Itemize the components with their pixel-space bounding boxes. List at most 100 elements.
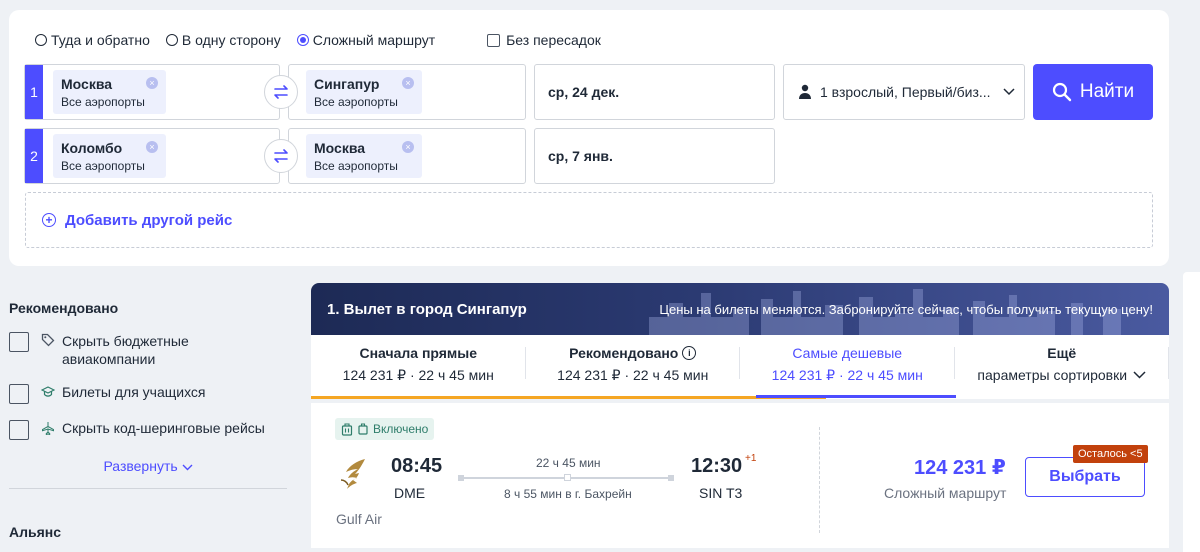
tab-value: 124 231 ₽ · 22 ч 45 мин <box>557 367 709 383</box>
tab-value: 124 231 ₽ · 22 ч 45 мин <box>771 367 923 383</box>
filter-student[interactable]: Билеты для учащихся <box>9 384 287 404</box>
luggage-icon <box>341 422 353 436</box>
expand-label: Развернуть <box>103 458 178 474</box>
destination-airports: Все аэропорты <box>314 159 398 173</box>
nonstop-label: Без пересадок <box>506 32 601 48</box>
leg-2-from-field[interactable]: 2 Коломбо Все аэропорты × <box>24 128 280 184</box>
radio-selected-icon <box>296 34 309 46</box>
passengers-value: 1 взрослый, Первый/биз... <box>820 84 991 100</box>
person-icon <box>799 84 811 99</box>
plane-icon <box>42 422 54 435</box>
chevron-down-icon <box>1133 371 1146 379</box>
chevron-down-icon <box>182 464 193 471</box>
carry-on-icon <box>358 422 368 435</box>
swap-arrows-icon <box>274 149 288 163</box>
checkbox-icon[interactable] <box>9 384 29 404</box>
arrival-day-offset: +1 <box>745 453 757 464</box>
select-flight-button[interactable]: Выбрать <box>1025 457 1145 497</box>
checkbox-icon <box>487 33 501 47</box>
radio-icon <box>165 34 178 46</box>
search-button[interactable]: Найти <box>1033 64 1153 120</box>
passengers-select[interactable]: 1 взрослый, Первый/биз... <box>783 64 1025 120</box>
tab-cheapest[interactable]: Самые дешевые 124 231 ₽ · 22 ч 45 мин <box>740 335 955 399</box>
clear-icon[interactable]: × <box>146 141 158 153</box>
trip-type-roundtrip[interactable]: Туда и обратно <box>35 32 150 48</box>
filter-label: Скрыть код-шеринговые рейсы <box>62 420 265 436</box>
tag-icon <box>41 333 55 347</box>
stopover-marker <box>564 474 571 481</box>
search-panel: Туда и обратно В одну сторону Сложный ма… <box>9 10 1169 266</box>
seats-left-badge: Осталось <5 <box>1073 445 1148 463</box>
filter-label: Билеты для учащихся <box>62 384 206 400</box>
origin-chip[interactable]: Москва Все аэропорты × <box>53 70 166 114</box>
origin-airports: Все аэропорты <box>61 95 145 109</box>
filter-label: Скрыть бюджетные авиакомпании <box>62 333 189 367</box>
tab-indicator-active <box>756 395 956 398</box>
tab-value: 124 231 ₽ · 22 ч 45 мин <box>342 367 494 383</box>
leg-2-date-field[interactable]: ср, 7 янв. <box>534 128 775 184</box>
swap-arrows-icon <box>274 85 288 99</box>
tab-title: Самые дешевые <box>792 345 903 361</box>
divider <box>819 427 820 533</box>
destination-city: Сингапур <box>314 76 380 92</box>
destination-chip[interactable]: Сингапур Все аэропорты × <box>306 70 422 114</box>
divider <box>9 488 287 489</box>
search-button-label: Найти <box>1079 81 1135 102</box>
filter-hide-codeshare[interactable]: Скрыть код-шеринговые рейсы <box>9 420 287 440</box>
filter-hide-budget[interactable]: Скрыть бюджетные авиакомпании <box>9 332 287 368</box>
leg-1-from-field[interactable]: 1 Москва Все аэропорты × <box>24 64 280 120</box>
add-flight-button[interactable]: + Добавить другой рейс <box>25 192 1153 248</box>
swap-button[interactable] <box>264 139 298 173</box>
select-label: Выбрать <box>1049 468 1121 485</box>
expand-filters-link[interactable]: Развернуть <box>9 458 287 474</box>
info-icon[interactable]: i <box>682 346 697 360</box>
results-panel: 1. Вылет в город Сингапур Цены на билеты… <box>311 283 1169 548</box>
price: 124 231 ₽ <box>914 457 1006 479</box>
price-note: Сложный маршрут <box>884 485 1007 501</box>
flight-card[interactable]: Включено Gulf Air 08:45 DME 22 ч 45 мин … <box>311 403 1169 548</box>
banner-note: Цены на билеты меняются. Забронируйте се… <box>659 301 1153 317</box>
tab-title: Рекомендовано <box>569 345 679 361</box>
origin-chip[interactable]: Коломбо Все аэропорты × <box>53 134 166 178</box>
leg-1-date-field[interactable]: ср, 24 дек. <box>534 64 775 120</box>
clear-icon[interactable]: × <box>402 141 414 153</box>
leg-2-to-field[interactable]: Москва Все аэропорты × <box>288 128 526 184</box>
origin-airports: Все аэропорты <box>61 159 145 173</box>
tab-nonstop-first[interactable]: Сначала прямые 124 231 ₽ · 22 ч 45 мин <box>311 335 526 399</box>
checkbox-icon[interactable] <box>9 332 29 352</box>
airline-logo-icon <box>340 459 365 489</box>
plus-circle-icon: + <box>42 213 56 227</box>
tab-more-sorting[interactable]: Ещё параметры сортировки <box>955 335 1170 399</box>
leg-number: 2 <box>25 129 43 183</box>
leg-banner: 1. Вылет в город Сингапур Цены на билеты… <box>311 283 1169 335</box>
trip-type-label: Туда и обратно <box>51 32 150 48</box>
trip-type-oneway[interactable]: В одну сторону <box>165 32 281 48</box>
chevron-down-icon <box>1003 88 1015 96</box>
clear-icon[interactable]: × <box>146 77 158 89</box>
tab-indicator-orange <box>311 396 826 399</box>
radio-icon <box>35 34 47 46</box>
clear-icon[interactable]: × <box>402 77 414 89</box>
baggage-included-badge: Включено <box>335 418 435 440</box>
filters-sidebar: Рекомендовано Скрыть бюджетные авиакомпа… <box>9 300 287 489</box>
tab-recommended[interactable]: Рекомендовано i 124 231 ₽ · 22 ч 45 мин <box>526 335 741 399</box>
search-icon <box>1052 82 1072 102</box>
departure-airport: DME <box>394 485 426 501</box>
trip-type-multicity[interactable]: Сложный маршрут <box>296 32 436 48</box>
arrival-time: 12:30 <box>691 455 743 477</box>
trip-type-selector: Туда и обратно В одну сторону Сложный ма… <box>35 32 601 48</box>
destination-chip[interactable]: Москва Все аэропорты × <box>306 134 422 178</box>
swap-button[interactable] <box>264 75 298 109</box>
included-label: Включено <box>373 422 429 436</box>
origin-city: Москва <box>61 76 113 92</box>
nonstop-checkbox[interactable]: Без пересадок <box>487 32 601 48</box>
checkbox-icon[interactable] <box>9 420 29 440</box>
filter-section-title: Альянс <box>9 524 62 540</box>
banner-title: 1. Вылет в город Сингапур <box>327 300 527 318</box>
trip-type-label: Сложный маршрут <box>312 32 436 48</box>
leg-number: 1 <box>25 65 43 119</box>
tab-title: Ещё <box>1047 345 1077 361</box>
leg-1-to-field[interactable]: Сингапур Все аэропорты × <box>288 64 526 120</box>
airline-name: Gulf Air <box>336 511 382 527</box>
origin-city: Коломбо <box>61 140 123 156</box>
